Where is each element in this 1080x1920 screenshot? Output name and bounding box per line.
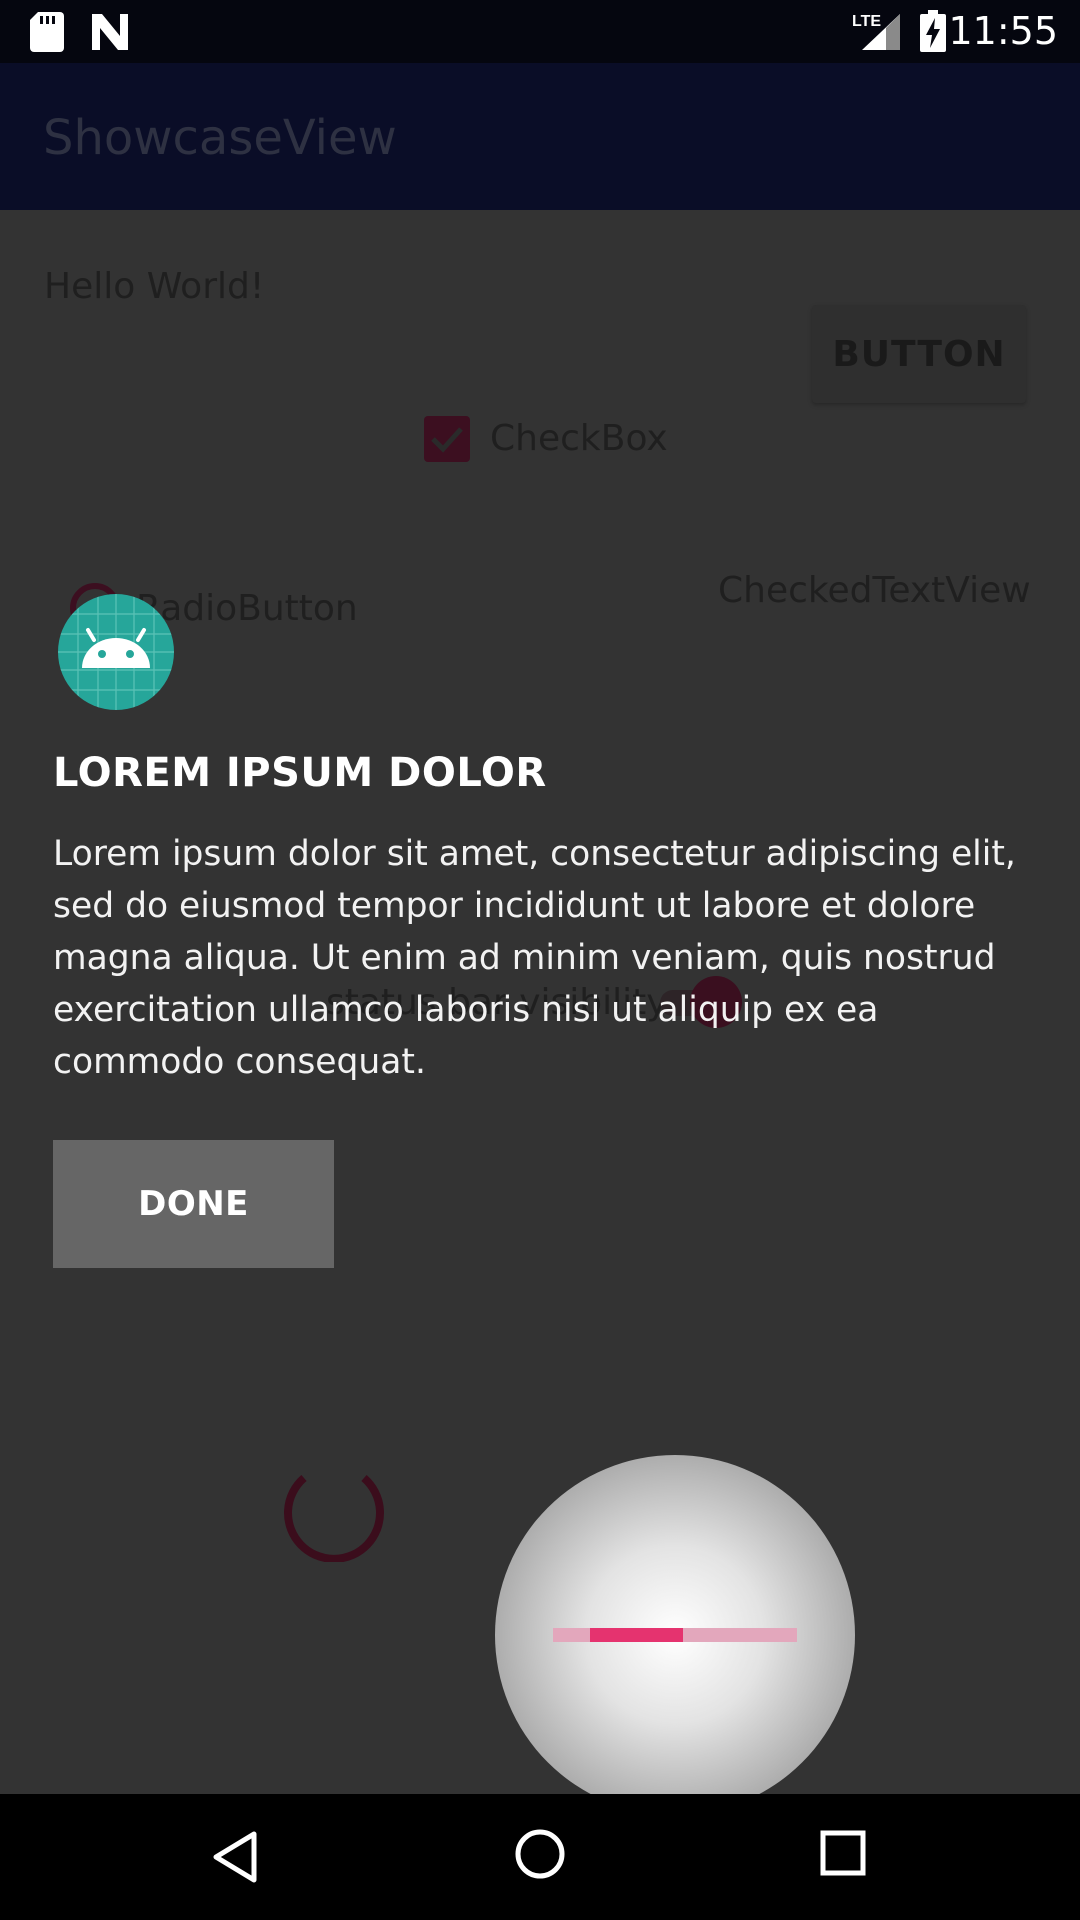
background-button[interactable]: BUTTON (812, 305, 1026, 403)
radio-button-label: RadioButton (136, 588, 358, 629)
battery-charging-icon (920, 10, 946, 52)
checkmark-icon (431, 427, 463, 453)
clock: 11:55 (948, 9, 1058, 53)
progress-spinner (284, 1474, 384, 1562)
done-button[interactable]: DONE (53, 1140, 334, 1268)
navigation-bar (0, 1794, 1080, 1920)
back-icon[interactable] (210, 1830, 260, 1884)
hello-world-text: Hello World! (44, 266, 265, 307)
checked-text-view[interactable]: CheckedTextView (718, 570, 1031, 611)
svg-text:LTE: LTE (852, 13, 881, 30)
showcase-title: LOREM IPSUM DOLOR (53, 750, 547, 796)
android-icon (58, 594, 174, 710)
recents-icon[interactable] (820, 1830, 866, 1876)
lte-signal-icon: LTE (852, 13, 900, 50)
app-title: ShowcaseView (43, 110, 397, 166)
checkbox-label: CheckBox (490, 418, 668, 459)
showcase-description: Lorem ipsum dolor sit amet, consectetur … (53, 834, 1016, 1082)
sd-card-icon (30, 12, 64, 52)
seekbar-progress[interactable] (590, 1628, 683, 1642)
checkbox[interactable] (424, 416, 470, 462)
home-icon[interactable] (514, 1828, 566, 1880)
status-bar: LTE 11:55 (0, 0, 1080, 63)
n-notification-icon (92, 14, 128, 50)
